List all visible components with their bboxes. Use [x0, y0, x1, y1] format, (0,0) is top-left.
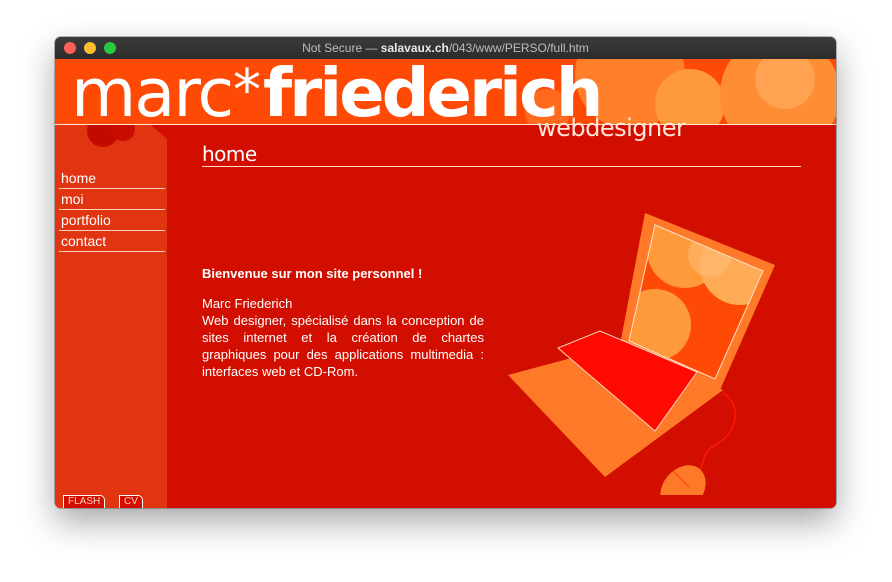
- laptop-illustration: [508, 213, 775, 495]
- fullscreen-window-button[interactable]: [104, 42, 116, 54]
- web-page: marc * friederich webdesigner home moi p…: [55, 59, 836, 508]
- url-path: /043/www/PERSO/full.htm: [448, 41, 589, 55]
- logo-first-name: marc: [71, 59, 234, 124]
- nav-item-home[interactable]: home: [59, 169, 165, 189]
- title-bar: Not Secure — salavaux.ch/043/www/PERSO/f…: [55, 37, 836, 59]
- header-divider: [55, 124, 836, 125]
- intro-text: Marc Friederich Web designer, spécialisé…: [202, 295, 484, 380]
- nav-item-moi[interactable]: moi: [59, 190, 165, 210]
- author-name: Marc Friederich: [202, 296, 293, 311]
- nav-item-portfolio[interactable]: portfolio: [59, 211, 165, 231]
- sidebar-notch-shape: [55, 125, 167, 153]
- url-domain: salavaux.ch: [380, 41, 449, 55]
- page-url: Not Secure — salavaux.ch/043/www/PERSO/f…: [302, 41, 589, 55]
- security-status: Not Secure —: [302, 41, 381, 55]
- logo-subtitle: webdesigner: [537, 114, 686, 142]
- close-window-button[interactable]: [64, 42, 76, 54]
- sidebar-notch: [55, 125, 167, 153]
- cv-button[interactable]: CV: [119, 495, 143, 508]
- author-description: Web designer, spécialisé dans la concept…: [202, 313, 484, 379]
- main-nav: home moi portfolio contact: [59, 169, 165, 253]
- header-banner: marc * friederich: [55, 59, 836, 124]
- logo-star: *: [233, 59, 261, 123]
- flash-button[interactable]: FLASH: [63, 495, 106, 508]
- welcome-heading: Bienvenue sur mon site personnel !: [202, 266, 423, 281]
- computer-mouse: [660, 465, 706, 495]
- nav-item-contact[interactable]: contact: [59, 232, 165, 252]
- minimize-window-button[interactable]: [84, 42, 96, 54]
- section-title: home: [202, 143, 801, 167]
- browser-window: Not Secure — salavaux.ch/043/www/PERSO/f…: [55, 37, 836, 508]
